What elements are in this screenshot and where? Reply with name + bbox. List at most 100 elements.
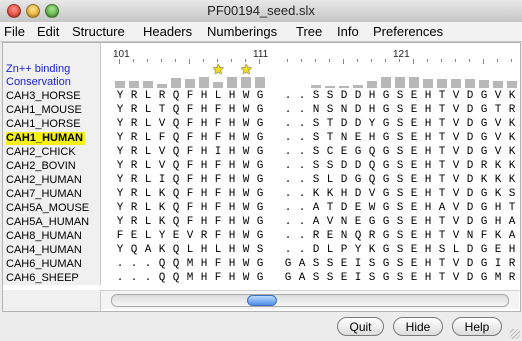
- residue: E: [326, 230, 334, 242]
- residue: W: [242, 272, 250, 284]
- menu-file[interactable]: File: [4, 24, 25, 39]
- sequence-name[interactable]: CAH8_HUMAN: [6, 230, 82, 243]
- residue: N: [340, 132, 348, 144]
- residue: G: [382, 90, 390, 102]
- residue: Y: [116, 104, 124, 116]
- residue: H: [200, 174, 208, 186]
- sequence-name[interactable]: CAH4_HUMAN: [6, 244, 82, 257]
- residue: S: [396, 258, 404, 270]
- menu-structure[interactable]: Structure: [72, 24, 125, 39]
- residue: F: [214, 272, 222, 284]
- residue: D: [466, 104, 474, 116]
- quit-button[interactable]: Quit: [337, 317, 384, 336]
- residue: H: [424, 118, 432, 130]
- sequence-name[interactable]: CAH2_HUMAN: [6, 174, 82, 187]
- residue: Q: [158, 258, 166, 270]
- residue: E: [172, 230, 180, 242]
- conservation-bar: [395, 77, 405, 88]
- residue: R: [508, 272, 516, 284]
- residue: G: [284, 258, 292, 270]
- menu-numberings[interactable]: Numberings: [207, 24, 277, 39]
- residue: F: [186, 174, 194, 186]
- residue: K: [494, 160, 502, 172]
- zn-binding-label: Zn++ binding: [6, 63, 71, 75]
- residue: S: [508, 188, 516, 200]
- residue: F: [116, 230, 124, 242]
- menu-bar: File Edit Structure Headers Numberings T…: [0, 22, 522, 42]
- residue: S: [396, 188, 404, 200]
- residue: A: [312, 202, 320, 214]
- sequence-name[interactable]: CAH1_HORSE: [6, 118, 81, 131]
- menu-info[interactable]: Info: [337, 24, 359, 39]
- residue: .: [284, 230, 292, 242]
- sequence-name[interactable]: CAH5A_HUMAN: [6, 216, 89, 229]
- scrollbar-thumb[interactable]: [247, 295, 277, 306]
- residue: R: [368, 230, 376, 242]
- menu-tree[interactable]: Tree: [296, 24, 322, 39]
- ruler-tick: [189, 59, 190, 64]
- menu-edit[interactable]: Edit: [37, 24, 59, 39]
- ruler-tick: [385, 59, 386, 62]
- residue: E: [410, 272, 418, 284]
- sequence-name[interactable]: CAH3_HORSE: [6, 90, 81, 103]
- residue: F: [214, 104, 222, 116]
- hide-button[interactable]: Hide: [393, 317, 443, 336]
- residue: G: [382, 230, 390, 242]
- ruler-tick: [315, 59, 316, 62]
- residue: V: [452, 188, 460, 200]
- sequence-name[interactable]: CAH7_HUMAN: [6, 188, 82, 201]
- residue: D: [340, 174, 348, 186]
- residue: .: [144, 258, 152, 270]
- residue: .: [298, 216, 306, 228]
- conservation-bar: [437, 79, 447, 88]
- conservation-bar: [171, 78, 181, 88]
- residue: T: [438, 188, 446, 200]
- residue: M: [186, 258, 194, 270]
- residue: G: [480, 216, 488, 228]
- sequence-name[interactable]: CAH1_MOUSE: [6, 104, 82, 117]
- residue: Y: [116, 244, 124, 256]
- residue: N: [340, 216, 348, 228]
- ruler-tick: [287, 59, 288, 62]
- residue: E: [410, 118, 418, 130]
- residue: H: [228, 272, 236, 284]
- residue: V: [158, 146, 166, 158]
- residue: .: [284, 132, 292, 144]
- residue: Y: [116, 174, 124, 186]
- residue: .: [284, 118, 292, 130]
- residue: W: [242, 104, 250, 116]
- alignment-view[interactable]: 101 111 121 ★ ★ YRLRQFHLHWG..SSDDHGSEHTVD…: [101, 43, 519, 285]
- menu-headers[interactable]: Headers: [143, 24, 192, 39]
- zn-binding-star-icon: ★: [212, 61, 225, 77]
- sequence-name[interactable]: CAH6_HUMAN: [6, 258, 82, 271]
- residue: Q: [172, 258, 180, 270]
- residue: D: [340, 118, 348, 130]
- sequence-name[interactable]: CAH2_CHICK: [6, 146, 76, 159]
- residue: Q: [172, 146, 180, 158]
- residue: G: [354, 146, 362, 158]
- residue: A: [508, 230, 516, 242]
- sequence-name[interactable]: CAH5A_MOUSE: [6, 202, 89, 215]
- residue: F: [214, 188, 222, 200]
- resize-grip[interactable]: [510, 329, 520, 339]
- residue: G: [284, 272, 292, 284]
- residue: Q: [172, 202, 180, 214]
- residue: S: [396, 202, 404, 214]
- residue: L: [452, 244, 460, 256]
- sequence-name[interactable]: CAH6_SHEEP: [6, 272, 79, 285]
- help-button[interactable]: Help: [452, 317, 502, 336]
- residue: R: [130, 146, 138, 158]
- sequence-name[interactable]: CAH1_HUMAN: [6, 132, 86, 145]
- scrollbar-track[interactable]: [111, 294, 509, 307]
- residue: H: [200, 202, 208, 214]
- menu-preferences[interactable]: Preferences: [373, 24, 443, 39]
- residue: H: [228, 188, 236, 200]
- residue: H: [368, 90, 376, 102]
- horizontal-scrollbar[interactable]: [101, 290, 519, 309]
- residue: D: [354, 188, 362, 200]
- ruler-tick: [469, 59, 470, 62]
- residue: G: [256, 174, 264, 186]
- residue: Y: [116, 160, 124, 172]
- sequence-name[interactable]: CAH2_BOVIN: [6, 160, 76, 173]
- residue: H: [508, 244, 516, 256]
